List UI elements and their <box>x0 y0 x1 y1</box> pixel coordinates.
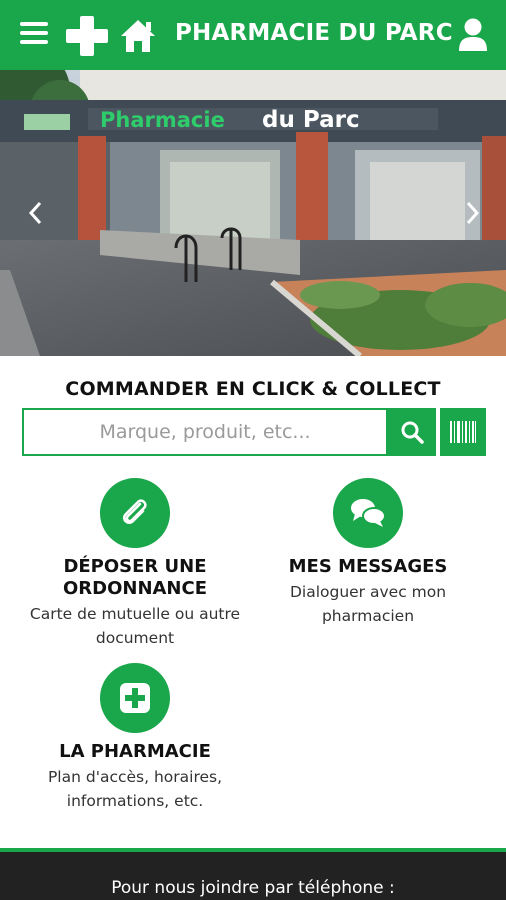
plus-icon <box>120 683 150 713</box>
chevron-right-icon[interactable] <box>460 197 484 229</box>
ordonnance-button[interactable] <box>100 478 170 548</box>
menu-icon[interactable] <box>20 22 48 48</box>
tile-deposer-ordonnance[interactable]: DÉPOSER UNE ORDONNANCE Carte de mutuelle… <box>10 478 260 650</box>
tile-title: LA PHARMACIE <box>59 741 211 762</box>
tile-description: Carte de mutuelle ou autre document <box>29 605 241 647</box>
tile-description: Plan d'accès, horaires, informations, et… <box>47 768 223 810</box>
barcode-scan-button[interactable] <box>440 408 486 456</box>
search-field[interactable] <box>22 408 388 456</box>
barcode-icon <box>450 421 476 443</box>
tile-title: DÉPOSER UNE ORDONNANCE <box>62 556 208 599</box>
tile-title: MES MESSAGES <box>288 556 448 577</box>
pharmacie-button[interactable] <box>100 663 170 733</box>
tile-mes-messages[interactable]: MES MESSAGES Dialoguer avec mon pharmaci… <box>253 478 483 628</box>
search-input[interactable] <box>24 410 386 454</box>
svg-text:du Parc: du Parc <box>262 107 360 133</box>
storefront-photo: Pharmacie du Parc <box>0 70 506 356</box>
search-button[interactable] <box>388 408 436 456</box>
hero-carousel[interactable]: Pharmacie du Parc <box>0 70 506 356</box>
storefront-sign: Pharmacie <box>100 108 225 132</box>
app-title: PHARMACIE DU PARC <box>175 20 453 46</box>
footer-bar: Pour nous joindre par téléphone : <box>0 848 506 900</box>
pharmacy-cross-icon <box>66 16 108 56</box>
tile-description: Dialoguer avec mon pharmacien <box>289 583 447 625</box>
messages-button[interactable] <box>333 478 403 548</box>
chevron-left-icon[interactable] <box>24 197 48 229</box>
user-icon[interactable] <box>458 18 488 52</box>
home-icon[interactable] <box>120 19 156 53</box>
search-icon <box>401 421 424 444</box>
footer-phone-label: Pour nous joindre par téléphone : <box>111 878 395 898</box>
paperclip-icon <box>123 499 147 524</box>
tile-la-pharmacie[interactable]: LA PHARMACIE Plan d'accès, horaires, inf… <box>10 663 260 813</box>
app-header: PHARMACIE DU PARC <box>0 0 506 70</box>
click-collect-title: COMMANDER EN CLICK & COLLECT <box>65 378 441 400</box>
chat-icon <box>351 499 386 527</box>
